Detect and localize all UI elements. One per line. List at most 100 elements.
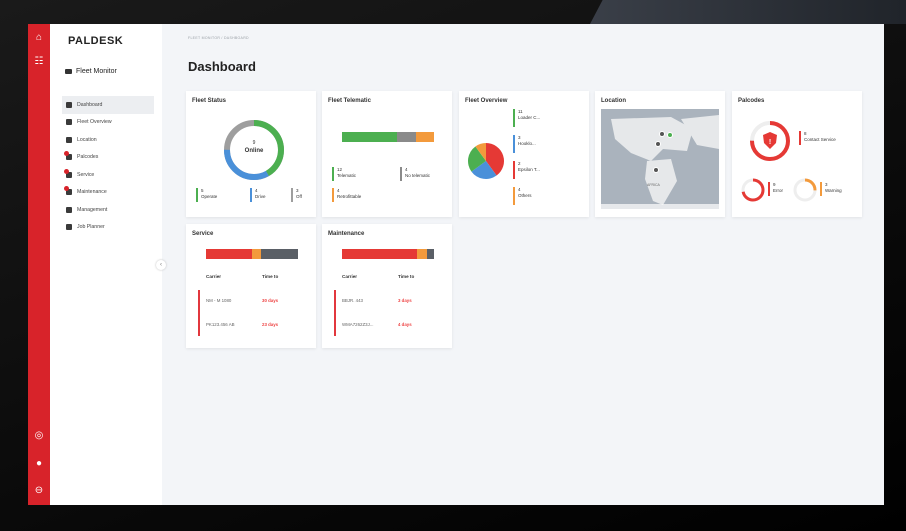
paldesk-logo: PALDESK [68, 35, 124, 47]
notification-badge [64, 151, 69, 157]
overview-item-hooklift[interactable]: 3 Hooklo... [515, 135, 536, 147]
bar-segment [342, 132, 398, 142]
stat-drive: 4 Drive [255, 188, 266, 199]
map-marker[interactable] [653, 167, 659, 173]
card-title: Fleet Status [192, 98, 227, 104]
fleet-telematic-card[interactable]: Fleet Telematic 12 Telematic 4 No telemati… [322, 91, 452, 217]
service-icon [64, 168, 72, 178]
palcodes-card[interactable]: Palcodes ! 8 Contact Service 9 Error 3 Warn… [732, 91, 862, 217]
maintenance-urgency-line [334, 290, 336, 336]
table-row-carrier[interactable]: PK123.456 AB [206, 322, 235, 327]
sidebar-item-dashboard[interactable]: Dashboard [62, 96, 154, 114]
palcode-contact-service[interactable]: 8 Contact Service [801, 131, 836, 143]
card-title: Maintenance [328, 231, 365, 237]
calendar-icon [66, 224, 72, 231]
map-marker[interactable] [655, 141, 661, 147]
table-row-time: 23 days [262, 322, 279, 327]
column-header-carrier: Carrier [206, 274, 222, 279]
fleet-overview-pie [468, 143, 504, 179]
svg-text:!: ! [769, 139, 771, 146]
bar-segment [342, 249, 418, 259]
bar-segment [415, 132, 434, 142]
service-stacked-bar [206, 249, 298, 259]
map-marker[interactable] [667, 132, 673, 138]
bar-segment [417, 249, 427, 259]
sidebar: PALDESK Fleet Monitor Dashboard Fleet Ov… [50, 24, 162, 505]
icon-rail: ⌂ ☷ ◎ ● ⊖ [28, 24, 50, 505]
wrench-icon [64, 151, 72, 161]
donut-value: 9 [252, 140, 256, 146]
sidebar-item-location[interactable]: Location [62, 131, 154, 149]
map-attribution-bar [601, 204, 719, 209]
map-landmass [611, 115, 719, 205]
table-row-carrier[interactable]: WMA7262Z3J... [342, 322, 373, 327]
column-header-carrier: Carrier [342, 274, 358, 279]
bar-segment [261, 249, 298, 259]
service-card[interactable]: Service Carrier Time to NM - M 1080 30 d… [186, 224, 316, 348]
card-title: Fleet Telematic [328, 98, 371, 104]
maintenance-stacked-bar [342, 249, 434, 259]
fleet-overview-card[interactable]: Fleet Overview 11 Loader C... 3 Hooklo... … [459, 91, 589, 217]
truck-icon [65, 69, 72, 74]
table-row-time: 30 days [262, 298, 279, 303]
contact-service-gauge: ! [750, 121, 790, 161]
table-row-time: 4 days [398, 322, 412, 327]
stat-off: 3 Off [296, 188, 302, 199]
maintenance-card[interactable]: Maintenance Carrier Time to BBJR. 443 3 … [322, 224, 452, 348]
fleet-status-card[interactable]: Fleet Status 9 Online 5 Operate 4 Drive 3O… [186, 91, 316, 217]
overview-item-others[interactable]: 4 Others [515, 187, 532, 199]
breadcrumb: FLEET MONITOR / DASHBOARD [188, 36, 249, 40]
palcode-warning[interactable]: 3 Warning [822, 182, 842, 194]
sidebar-item-job-planner[interactable]: Job Planner [62, 219, 154, 237]
location-map[interactable]: AFRICA [601, 109, 719, 209]
bar-segment [426, 249, 434, 259]
warning-gauge [793, 178, 817, 202]
error-gauge [741, 178, 765, 202]
stat-retrofittable: 4 Retrofittable [337, 188, 362, 199]
card-title: Service [192, 231, 214, 237]
stat-operate: 5 Operate [201, 188, 218, 199]
stat-no-telematic: 4 No telematic [405, 167, 431, 178]
sidebar-item-fleet-overview[interactable]: Fleet Overview [62, 114, 154, 132]
table-row-carrier[interactable]: BBJR. 443 [342, 298, 363, 303]
card-title: Fleet Overview [465, 98, 508, 104]
table-row-time: 3 days [398, 298, 412, 303]
notification-badge [64, 186, 69, 192]
table-row-carrier[interactable]: NM - M 1080 [206, 298, 231, 303]
palcode-error[interactable]: 9 Error [770, 182, 783, 194]
home-icon[interactable]: ⌂ [33, 32, 45, 44]
screen-glare [590, 0, 906, 24]
user-icon[interactable]: ⊖ [33, 485, 45, 497]
apps-icon[interactable]: ☷ [33, 56, 45, 68]
service-urgency-line [198, 290, 200, 336]
overview-item-loader[interactable]: 11 Loader C... [515, 109, 540, 121]
bar-segment [252, 249, 262, 259]
stat-telematic: 12 Telematic [337, 167, 357, 178]
main-content: FLEET MONITOR / DASHBOARD Dashboard Flee… [174, 24, 884, 505]
truck-icon [66, 206, 72, 213]
settings-icon[interactable]: ● [33, 458, 45, 470]
donut-label: Online [244, 148, 264, 154]
notification-badge [64, 168, 69, 174]
overview-item-epsilon[interactable]: 2 Epsilon T... [515, 161, 540, 173]
sidebar-item-palcodes[interactable]: Palcodes [62, 149, 154, 167]
card-title: Location [601, 98, 626, 104]
map-label-africa: AFRICA [647, 183, 660, 187]
dashboard-icon [66, 101, 72, 108]
sidebar-item-management[interactable]: Management [62, 201, 154, 219]
map-marker[interactable] [659, 131, 665, 137]
page-title: Dashboard [188, 59, 256, 74]
bar-segment [206, 249, 252, 259]
card-title: Palcodes [738, 98, 765, 104]
app-screen: ⌂ ☷ ◎ ● ⊖ PALDESK Fleet Monitor Dashboar… [28, 24, 884, 505]
collapse-sidebar-button[interactable]: ‹ [156, 260, 166, 270]
column-header-time-to: Time to [398, 274, 415, 279]
location-card[interactable]: Location AFRICA [595, 91, 725, 217]
pin-icon [66, 136, 72, 143]
tool-icon [64, 186, 72, 196]
module-title: Fleet Monitor [65, 68, 117, 75]
help-icon[interactable]: ◎ [33, 430, 45, 442]
sidebar-item-maintenance[interactable]: Maintenance [62, 184, 154, 202]
column-header-time-to: Time to [262, 274, 279, 279]
sidebar-item-service[interactable]: Service [62, 166, 154, 184]
